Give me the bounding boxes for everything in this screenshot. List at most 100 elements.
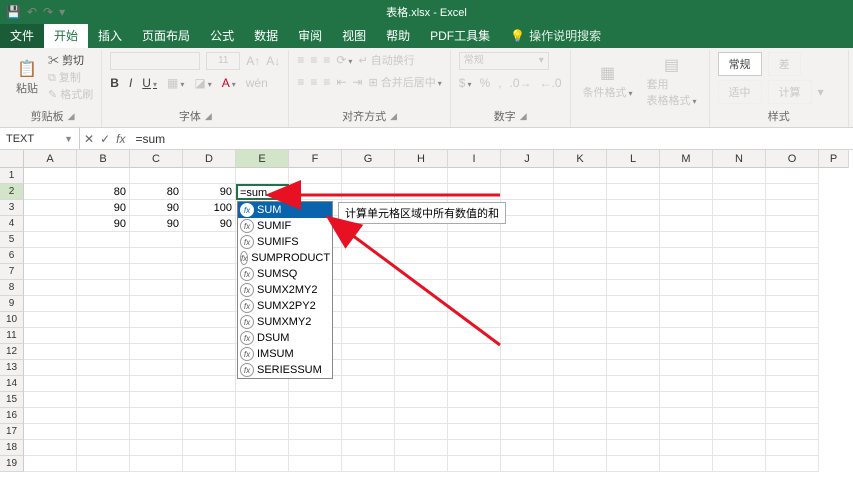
- alignment-dialog-launcher[interactable]: ◢: [390, 111, 397, 122]
- cell[interactable]: [766, 280, 819, 296]
- col-header[interactable]: P: [819, 150, 849, 168]
- font-dialog-launcher[interactable]: ◢: [205, 111, 212, 122]
- cell[interactable]: [713, 328, 766, 344]
- cell[interactable]: [395, 392, 448, 408]
- cell[interactable]: [660, 248, 713, 264]
- cell[interactable]: [130, 328, 183, 344]
- autocomplete-item[interactable]: fxDSUM: [238, 330, 332, 346]
- cell[interactable]: [448, 168, 501, 184]
- cell[interactable]: [130, 392, 183, 408]
- cell[interactable]: [342, 408, 395, 424]
- cell[interactable]: [77, 456, 130, 472]
- cell[interactable]: [607, 248, 660, 264]
- cell[interactable]: [501, 360, 554, 376]
- cell[interactable]: [554, 408, 607, 424]
- col-header[interactable]: O: [766, 150, 819, 168]
- cell[interactable]: [501, 408, 554, 424]
- cell[interactable]: [501, 312, 554, 328]
- cell[interactable]: [395, 360, 448, 376]
- cell[interactable]: [24, 168, 77, 184]
- cell[interactable]: [130, 408, 183, 424]
- cell[interactable]: [130, 424, 183, 440]
- cell[interactable]: [236, 168, 289, 184]
- italic-button[interactable]: I: [129, 76, 132, 90]
- cell[interactable]: [289, 168, 342, 184]
- cell[interactable]: [713, 408, 766, 424]
- cell[interactable]: [501, 344, 554, 360]
- cell[interactable]: [24, 456, 77, 472]
- cell[interactable]: [236, 440, 289, 456]
- spreadsheet[interactable]: A B C D E F G H I J K L M N O P 1 280809…: [0, 150, 853, 472]
- col-header[interactable]: K: [554, 150, 607, 168]
- row-header[interactable]: 11: [0, 328, 24, 344]
- style-normal[interactable]: 常规: [718, 52, 762, 76]
- cell[interactable]: [342, 168, 395, 184]
- cell[interactable]: [607, 360, 660, 376]
- cell[interactable]: [24, 216, 77, 232]
- autocomplete-item[interactable]: fxSUMIFS: [238, 234, 332, 250]
- cell[interactable]: [766, 168, 819, 184]
- col-header[interactable]: D: [183, 150, 236, 168]
- cell[interactable]: [342, 456, 395, 472]
- cell[interactable]: [554, 280, 607, 296]
- autocomplete-item[interactable]: fxSUMX2MY2: [238, 282, 332, 298]
- cell[interactable]: [713, 344, 766, 360]
- tab-help[interactable]: 帮助: [376, 23, 420, 48]
- cell[interactable]: [183, 424, 236, 440]
- row-header[interactable]: 16: [0, 408, 24, 424]
- cell[interactable]: [77, 360, 130, 376]
- cell[interactable]: [554, 312, 607, 328]
- cell[interactable]: [766, 216, 819, 232]
- cell[interactable]: [501, 328, 554, 344]
- redo-icon[interactable]: ↷: [43, 5, 53, 19]
- cell[interactable]: [713, 232, 766, 248]
- cell[interactable]: [766, 328, 819, 344]
- cell[interactable]: [713, 360, 766, 376]
- cell[interactable]: [501, 296, 554, 312]
- cell[interactable]: [660, 408, 713, 424]
- cell[interactable]: [395, 376, 448, 392]
- cell[interactable]: [236, 424, 289, 440]
- cell[interactable]: [342, 328, 395, 344]
- clipboard-dialog-launcher[interactable]: ◢: [68, 111, 75, 122]
- cell[interactable]: [183, 392, 236, 408]
- autocomplete-item[interactable]: fxSUMX2PY2: [238, 298, 332, 314]
- cell-e2-active[interactable]: =sum: [236, 184, 289, 200]
- cell[interactable]: [501, 264, 554, 280]
- cell[interactable]: [766, 456, 819, 472]
- cell[interactable]: [607, 328, 660, 344]
- cell[interactable]: [77, 328, 130, 344]
- cell[interactable]: [554, 424, 607, 440]
- cell[interactable]: [501, 456, 554, 472]
- col-header[interactable]: I: [448, 150, 501, 168]
- cell[interactable]: [342, 440, 395, 456]
- tab-insert[interactable]: 插入: [88, 23, 132, 48]
- col-header[interactable]: H: [395, 150, 448, 168]
- tab-file[interactable]: 文件: [0, 23, 44, 48]
- cell[interactable]: [713, 392, 766, 408]
- cell[interactable]: [713, 200, 766, 216]
- cell[interactable]: [183, 312, 236, 328]
- formula-autocomplete[interactable]: fxSUM fxSUMIF fxSUMIFS fxSUMPRODUCT fxSU…: [237, 201, 333, 379]
- cell[interactable]: [77, 296, 130, 312]
- cut-button[interactable]: ✂ 剪切: [48, 52, 93, 68]
- cell[interactable]: [713, 376, 766, 392]
- cell[interactable]: [660, 424, 713, 440]
- cell[interactable]: [501, 280, 554, 296]
- cell[interactable]: [342, 296, 395, 312]
- cell[interactable]: [77, 280, 130, 296]
- cell[interactable]: [183, 232, 236, 248]
- cell[interactable]: [24, 296, 77, 312]
- tab-formulas[interactable]: 公式: [200, 23, 244, 48]
- cell[interactable]: [766, 360, 819, 376]
- row-header[interactable]: 5: [0, 232, 24, 248]
- cell[interactable]: [289, 392, 342, 408]
- cell[interactable]: [77, 232, 130, 248]
- autocomplete-item[interactable]: fxSUMPRODUCT: [238, 250, 332, 266]
- cell[interactable]: [24, 184, 77, 200]
- cell[interactable]: [183, 168, 236, 184]
- cell[interactable]: [713, 264, 766, 280]
- cell[interactable]: [766, 232, 819, 248]
- cell[interactable]: [554, 344, 607, 360]
- cell[interactable]: [554, 296, 607, 312]
